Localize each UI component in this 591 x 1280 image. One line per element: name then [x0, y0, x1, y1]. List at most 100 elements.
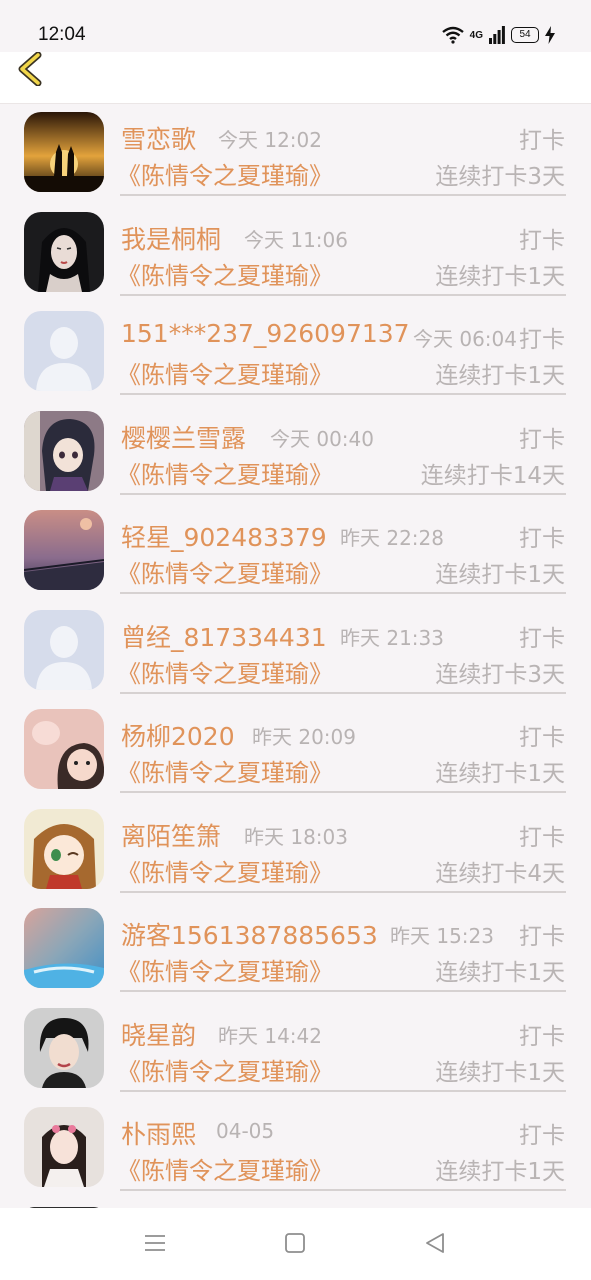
- checkin-tag: 打卡: [519, 924, 565, 950]
- book-title[interactable]: 《陈情令之夏瑾瑜》: [117, 853, 333, 888]
- checkin-tag: 打卡: [519, 824, 565, 851]
- checkin-tag: 打卡: [519, 227, 565, 254]
- user-name: 晓星韵: [121, 1020, 197, 1050]
- avatar[interactable]: [24, 908, 104, 988]
- list-item[interactable]: 晓星韵 昨天 14:42 打卡 《陈情令之夏瑾瑜》 连续打卡1天: [0, 1000, 591, 1100]
- divider: [120, 492, 566, 495]
- avatar[interactable]: [24, 808, 104, 889]
- avatar[interactable]: [24, 410, 104, 491]
- list-item[interactable]: 我是桐桐 今天 11:06 打卡 《陈情令之夏瑾瑜》 连续打卡1天: [0, 204, 591, 304]
- status-time: 12:04: [38, 24, 86, 45]
- divider: [120, 791, 566, 793]
- checkin-list: 雪恋歌 今天 12:02 打卡 《陈情令之夏瑾瑜》 连续打卡3天 我是桐桐 今天…: [0, 104, 591, 1219]
- list-item[interactable]: 雪恋歌 今天 12:02 打卡 《陈情令之夏瑾瑜》 连续打卡3天: [0, 104, 591, 204]
- checkin-tag: 打卡: [519, 327, 565, 353]
- home-square-icon[interactable]: [284, 1232, 306, 1254]
- list-item[interactable]: 151***237_926097137 今天 06:04 打卡 《陈情令之夏瑾瑜…: [0, 303, 591, 403]
- checkin-time: 昨天 21:33: [340, 625, 444, 650]
- back-button[interactable]: [14, 51, 54, 87]
- avatar[interactable]: [24, 211, 104, 292]
- streak-count: 连续打卡14天: [420, 462, 565, 489]
- streak-count: 连续打卡1天: [435, 1159, 565, 1185]
- checkin-time: 今天 11:06: [244, 227, 348, 252]
- user-name: 樱樱兰雪露: [121, 423, 247, 453]
- list-item[interactable]: 朴雨熙 04-05 打卡 《陈情令之夏瑾瑜》 连续打卡1天: [0, 1099, 591, 1199]
- divider: [120, 691, 566, 694]
- book-title[interactable]: 《陈情令之夏瑾瑜》: [117, 952, 333, 987]
- divider: [120, 293, 566, 296]
- user-name: 游客1561387885653: [121, 921, 378, 950]
- checkin-tag: 打卡: [519, 128, 565, 154]
- streak-count: 连续打卡3天: [435, 661, 565, 688]
- charging-icon: [545, 26, 555, 44]
- checkin-tag: 打卡: [519, 725, 565, 751]
- checkin-time: 昨天 18:03: [244, 824, 348, 849]
- menu-icon[interactable]: [144, 1232, 166, 1254]
- divider: [120, 990, 566, 992]
- streak-count: 连续打卡1天: [435, 263, 565, 290]
- divider: [120, 393, 566, 395]
- book-title[interactable]: 《陈情令之夏瑾瑜》: [117, 1151, 333, 1186]
- avatar[interactable]: [24, 112, 104, 192]
- book-title[interactable]: 《陈情令之夏瑾瑜》: [117, 455, 333, 490]
- checkin-time: 04-05: [216, 1119, 275, 1143]
- streak-count: 连续打卡3天: [435, 164, 565, 190]
- divider: [120, 194, 566, 196]
- user-name: 雪恋歌: [121, 125, 197, 154]
- book-title[interactable]: 《陈情令之夏瑾瑜》: [117, 753, 333, 788]
- network-type: 4G: [469, 29, 483, 41]
- checkin-tag: 打卡: [519, 1023, 565, 1050]
- avatar[interactable]: [24, 1007, 104, 1088]
- streak-count: 连续打卡1天: [435, 562, 565, 588]
- checkin-time: 昨天 14:42: [218, 1023, 322, 1048]
- default-avatar-icon[interactable]: [24, 609, 104, 690]
- user-name: 杨柳2020: [121, 722, 235, 751]
- status-icons: 4G 54: [441, 22, 555, 48]
- streak-count: 连续打卡4天: [435, 860, 565, 887]
- divider: [120, 1189, 566, 1191]
- checkin-tag: 打卡: [519, 1123, 565, 1149]
- status-bar: 12:04 4G 54: [0, 0, 591, 52]
- user-name: 我是桐桐: [121, 224, 222, 254]
- checkin-time: 昨天 15:23: [390, 924, 494, 948]
- list-item[interactable]: 樱樱兰雪露 今天 00:40 打卡 《陈情令之夏瑾瑜》 连续打卡14天: [0, 403, 591, 503]
- book-title[interactable]: 《陈情令之夏瑾瑜》: [117, 156, 333, 191]
- user-name: 轻星_902483379: [121, 523, 327, 552]
- checkin-tag: 打卡: [519, 426, 565, 453]
- user-name: 朴雨熙: [121, 1120, 197, 1149]
- wifi-icon: [441, 26, 464, 44]
- divider: [120, 1089, 566, 1092]
- default-avatar-icon[interactable]: [24, 311, 104, 391]
- book-title[interactable]: 《陈情令之夏瑾瑜》: [117, 654, 333, 689]
- checkin-time: 今天 12:02: [218, 128, 322, 152]
- list-item[interactable]: 离陌笙箫 昨天 18:03 打卡 《陈情令之夏瑾瑜》 连续打卡4天: [0, 801, 591, 901]
- battery-level: 54: [511, 27, 539, 43]
- user-name: 151***237_926097137: [121, 319, 410, 348]
- chevron-left-icon: [18, 51, 42, 87]
- system-nav-bar: [0, 1208, 591, 1280]
- back-triangle-icon[interactable]: [424, 1232, 446, 1254]
- nav-bar: [0, 51, 591, 104]
- book-title[interactable]: 《陈情令之夏瑾瑜》: [117, 554, 333, 589]
- checkin-time: 今天 00:40: [270, 426, 374, 451]
- checkin-time: 今天 06:04: [413, 327, 517, 351]
- list-item[interactable]: 轻星_902483379 昨天 22:28 打卡 《陈情令之夏瑾瑜》 连续打卡1…: [0, 502, 591, 602]
- list-item[interactable]: 曾经_817334431 昨天 21:33 打卡 《陈情令之夏瑾瑜》 连续打卡3…: [0, 602, 591, 702]
- divider: [120, 890, 566, 893]
- divider: [120, 592, 566, 594]
- list-item[interactable]: 杨柳2020 昨天 20:09 打卡 《陈情令之夏瑾瑜》 连续打卡1天: [0, 701, 591, 801]
- checkin-time: 昨天 22:28: [340, 526, 444, 550]
- checkin-time: 昨天 20:09: [252, 725, 356, 749]
- avatar[interactable]: [24, 1107, 104, 1187]
- avatar[interactable]: [24, 709, 104, 789]
- streak-count: 连续打卡1天: [435, 363, 565, 389]
- book-title[interactable]: 《陈情令之夏瑾瑜》: [117, 1052, 333, 1087]
- avatar[interactable]: [24, 510, 104, 590]
- streak-count: 连续打卡1天: [435, 1059, 565, 1086]
- user-name: 离陌笙箫: [121, 821, 222, 851]
- book-title[interactable]: 《陈情令之夏瑾瑜》: [117, 355, 333, 390]
- book-title[interactable]: 《陈情令之夏瑾瑜》: [117, 256, 333, 291]
- streak-count: 连续打卡1天: [435, 960, 565, 986]
- signal-icon: [489, 26, 505, 44]
- list-item[interactable]: 游客1561387885653 昨天 15:23 打卡 《陈情令之夏瑾瑜》 连续…: [0, 900, 591, 1000]
